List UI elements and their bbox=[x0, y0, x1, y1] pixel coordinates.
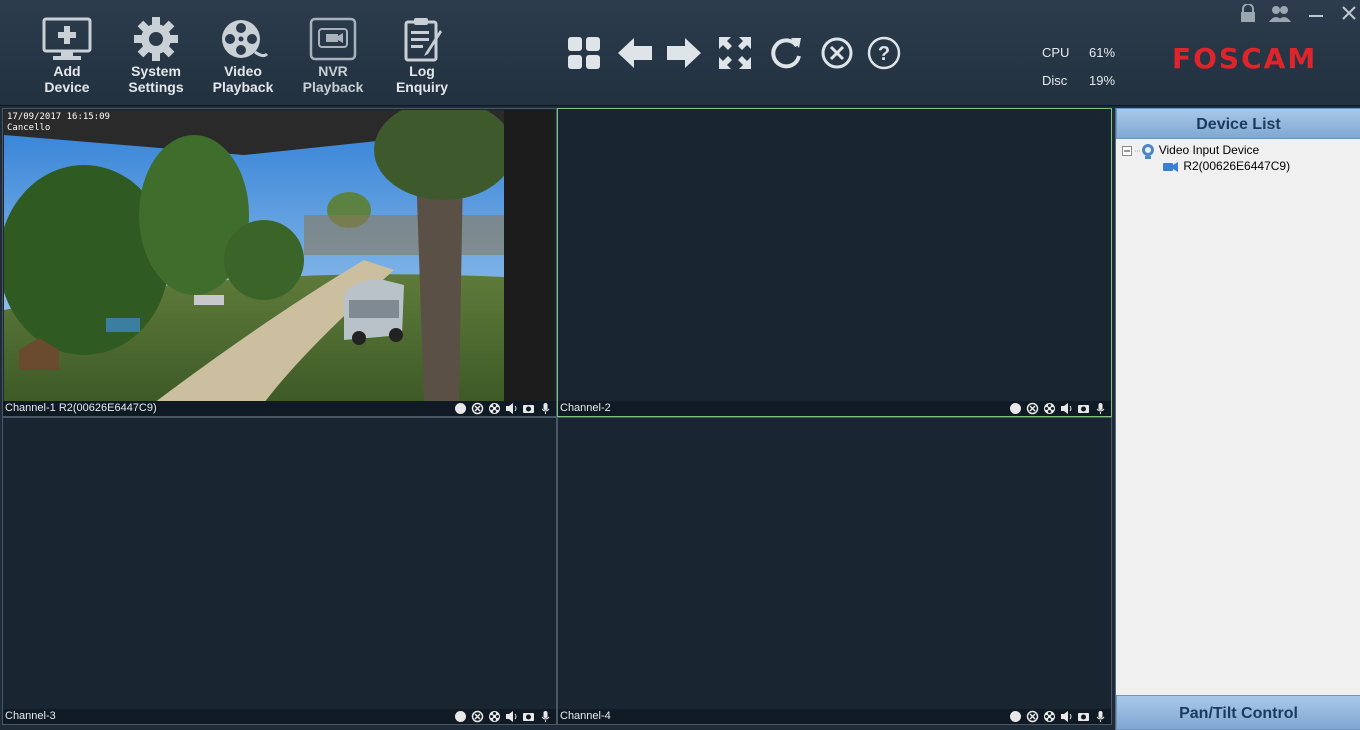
channel-label: Channel-2 bbox=[560, 402, 611, 414]
video-playback-label-1: Video bbox=[224, 63, 262, 79]
speaker-icon[interactable] bbox=[1060, 710, 1073, 723]
foscam-logo: FOSCAM bbox=[1172, 42, 1318, 75]
collapse-toggle-icon[interactable] bbox=[1122, 145, 1132, 156]
tree-root-label: Video Input Device bbox=[1158, 143, 1260, 157]
stop-icon[interactable] bbox=[471, 402, 484, 415]
help-icon[interactable]: ? bbox=[865, 34, 903, 72]
channel-bar: Channel-3 bbox=[3, 709, 556, 724]
disc-value: 19% bbox=[1089, 73, 1116, 88]
snapshot-icon[interactable] bbox=[522, 710, 535, 723]
nvr-playback-button[interactable]: NVR Playback bbox=[298, 16, 368, 94]
stop-icon[interactable] bbox=[471, 710, 484, 723]
ptz-icon[interactable] bbox=[1043, 710, 1056, 723]
cpu-label: CPU bbox=[1042, 45, 1070, 60]
film-reel-icon bbox=[222, 20, 269, 58]
camera-group-icon bbox=[1135, 143, 1155, 159]
stop-icon[interactable] bbox=[1026, 402, 1039, 415]
channel-pane-4[interactable]: Channel-4 bbox=[557, 417, 1112, 725]
main-toolbar: Add Device System Settings Video Playbac… bbox=[0, 0, 1360, 106]
system-settings-button[interactable]: System Settings bbox=[121, 16, 191, 94]
channel-bar: Channel-4 bbox=[558, 709, 1111, 724]
channel-label: Channel-3 bbox=[5, 710, 56, 722]
gear-icon bbox=[134, 17, 178, 61]
speaker-icon[interactable] bbox=[1060, 402, 1073, 415]
speaker-icon[interactable] bbox=[505, 402, 518, 415]
channel-pane-2[interactable]: Channel-2 bbox=[557, 108, 1112, 417]
nvr-playback-label-2: Playback bbox=[302, 79, 364, 95]
channel-pane-1[interactable]: 17/09/2017 16:15:09 Cancello Channel-1 R… bbox=[2, 108, 557, 417]
osd-timestamp: 17/09/2017 16:15:09 bbox=[7, 112, 110, 122]
device-tree: Video Input Device R2(00626E6447C9) bbox=[1122, 142, 1357, 174]
monitor-plus-icon bbox=[42, 17, 92, 60]
tree-child-label: R2(00626E6447C9) bbox=[1183, 159, 1291, 173]
camera-feed: 17/09/2017 16:15:09 Cancello bbox=[4, 110, 555, 401]
cpu-value: 61% bbox=[1089, 45, 1116, 60]
log-enquiry-label-1: Log bbox=[409, 63, 435, 79]
stop-icon[interactable] bbox=[1026, 710, 1039, 723]
nvr-playback-label-1: NVR bbox=[318, 63, 348, 79]
arrow-right-icon[interactable] bbox=[665, 34, 703, 72]
svg-text:?: ? bbox=[878, 43, 890, 65]
tree-node-video-input-device[interactable]: Video Input Device bbox=[1122, 142, 1357, 159]
close-icon[interactable] bbox=[1337, 4, 1360, 22]
record-dot-icon[interactable] bbox=[1009, 402, 1022, 415]
record-dot-icon[interactable] bbox=[1009, 710, 1022, 723]
record-dot-icon[interactable] bbox=[454, 710, 467, 723]
microphone-icon[interactable] bbox=[1094, 402, 1107, 415]
nvr-box-icon bbox=[309, 17, 357, 61]
tree-node-camera-r2[interactable]: R2(00626E6447C9) bbox=[1122, 158, 1357, 174]
add-device-label-2: Device bbox=[44, 79, 90, 95]
microphone-icon[interactable] bbox=[539, 710, 552, 723]
system-settings-label-1: System bbox=[131, 63, 181, 79]
minimize-icon[interactable] bbox=[1304, 4, 1328, 22]
right-panel: Device List Video Input Device R2(00626E… bbox=[1115, 108, 1360, 730]
channel-label: Channel-4 bbox=[560, 710, 611, 722]
video-playback-label-2: Playback bbox=[212, 79, 274, 95]
add-device-button[interactable]: Add Device bbox=[32, 16, 102, 94]
microphone-icon[interactable] bbox=[1094, 710, 1107, 723]
grid-layout-icon[interactable] bbox=[565, 34, 603, 72]
lock-icon[interactable] bbox=[1236, 4, 1260, 22]
channel-pane-3[interactable]: Channel-3 bbox=[2, 417, 557, 725]
record-dot-icon[interactable] bbox=[454, 402, 467, 415]
microphone-icon[interactable] bbox=[539, 402, 552, 415]
speaker-icon[interactable] bbox=[505, 710, 518, 723]
log-enquiry-label-2: Enquiry bbox=[395, 79, 449, 95]
channel-bar: Channel-1 R2(00626E6447C9) bbox=[3, 401, 556, 416]
system-settings-label-2: Settings bbox=[128, 79, 184, 95]
foscam-cms-window: Add Device System Settings Video Playbac… bbox=[0, 0, 1360, 730]
refresh-icon[interactable] bbox=[767, 34, 805, 72]
camera-osd: 17/09/2017 16:15:09 Cancello bbox=[7, 112, 110, 134]
users-icon[interactable] bbox=[1268, 4, 1292, 22]
snapshot-icon[interactable] bbox=[1077, 402, 1090, 415]
ptz-icon[interactable] bbox=[488, 710, 501, 723]
close-circle-icon[interactable] bbox=[818, 34, 856, 72]
ptz-icon[interactable] bbox=[1043, 402, 1056, 415]
clipboard-icon bbox=[404, 18, 442, 62]
channel-label: Channel-1 R2(00626E6447C9) bbox=[5, 402, 157, 414]
channel-bar: Channel-2 bbox=[558, 401, 1111, 416]
ptz-icon[interactable] bbox=[488, 402, 501, 415]
pan-tilt-control-header[interactable]: Pan/Tilt Control bbox=[1116, 695, 1360, 730]
disc-label: Disc bbox=[1042, 73, 1068, 88]
arrow-left-icon[interactable] bbox=[616, 34, 654, 72]
camera-image bbox=[4, 110, 555, 401]
video-playback-button[interactable]: Video Playback bbox=[208, 16, 278, 94]
snapshot-icon[interactable] bbox=[522, 402, 535, 415]
snapshot-icon[interactable] bbox=[1077, 710, 1090, 723]
osd-camera-name: Cancello bbox=[7, 123, 51, 133]
device-list-header[interactable]: Device List bbox=[1116, 108, 1360, 139]
video-camera-icon bbox=[1163, 161, 1178, 172]
fullscreen-icon[interactable] bbox=[716, 34, 754, 72]
add-device-label-1: Add bbox=[53, 63, 81, 79]
log-enquiry-button[interactable]: Log Enquiry bbox=[387, 16, 457, 94]
